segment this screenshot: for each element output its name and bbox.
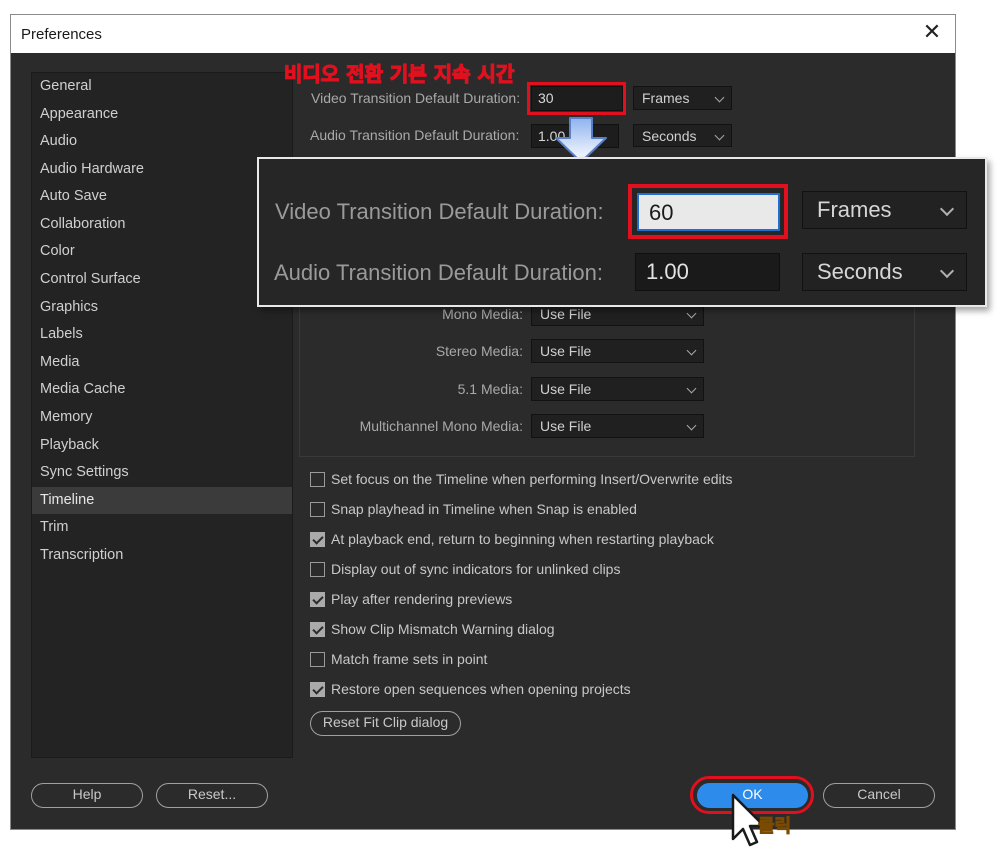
checkbox[interactable] [310, 502, 325, 517]
stereo-media-value: Use File [540, 343, 592, 359]
checkbox-label: Set focus on the Timeline when performin… [331, 471, 733, 487]
title-bar: Preferences ✕ [11, 15, 955, 53]
sidebar-item-control-surface[interactable]: Control Surface [32, 266, 292, 293]
dialog-title: Preferences [21, 26, 102, 43]
chevron-down-icon [939, 201, 955, 217]
video-transition-unit-value: Frames [642, 90, 690, 106]
audio-transition-label: Audio Transition Default Duration: [310, 127, 520, 143]
reset-fit-clip-button[interactable]: Reset Fit Clip dialog [310, 711, 461, 736]
multichannel-mono-media-value: Use File [540, 418, 592, 434]
zoom-audio-unit-dropdown[interactable]: Seconds [802, 253, 967, 291]
checkbox-checked[interactable] [310, 622, 325, 637]
chevron-down-icon [686, 420, 697, 431]
checkbox-label: Snap playhead in Timeline when Snap is e… [331, 501, 637, 517]
close-icon[interactable]: ✕ [919, 21, 945, 47]
checkbox-checked[interactable] [310, 532, 325, 547]
zoom-audio-transition-label: Audio Transition Default Duration: [274, 260, 603, 285]
preferences-sidebar: General Appearance Audio Audio Hardware … [31, 72, 293, 758]
multichannel-mono-media-label: Multichannel Mono Media: [359, 418, 523, 434]
zoomed-callout: Video Transition Default Duration: 60 Fr… [257, 157, 987, 307]
video-transition-label: Video Transition Default Duration: [311, 90, 521, 106]
checkbox-checked[interactable] [310, 682, 325, 697]
zoom-audio-unit-value: Seconds [817, 259, 903, 284]
sidebar-item-sync-settings[interactable]: Sync Settings [32, 459, 292, 486]
zoom-input-highlight [628, 184, 788, 239]
sidebar-item-memory[interactable]: Memory [32, 404, 292, 431]
chevron-down-icon [686, 383, 697, 394]
sidebar-item-trim[interactable]: Trim [32, 514, 292, 541]
five-one-media-dropdown[interactable]: Use File [531, 377, 704, 401]
video-input-highlight [527, 82, 626, 115]
five-one-media-value: Use File [540, 381, 592, 397]
sidebar-item-appearance[interactable]: Appearance [32, 101, 292, 128]
checkbox-label: At playback end, return to beginning whe… [331, 531, 714, 547]
video-transition-unit-dropdown[interactable]: Frames [633, 86, 732, 110]
sidebar-item-media-cache[interactable]: Media Cache [32, 376, 292, 403]
checkbox-label: Display out of sync indicators for unlin… [331, 561, 621, 577]
sidebar-item-general[interactable]: General [32, 73, 292, 100]
annotation-video-transition: 비디오 전환 기본 지속 시간 [283, 61, 515, 86]
chevron-down-icon [686, 308, 697, 319]
zoom-video-unit-value: Frames [817, 197, 892, 222]
checkbox[interactable] [310, 652, 325, 667]
checkbox-label: Match frame sets in point [331, 651, 488, 667]
checkbox-checked[interactable] [310, 592, 325, 607]
stereo-media-label: Stereo Media: [435, 343, 523, 359]
chevron-down-icon [686, 345, 697, 356]
annotation-click: 클릭 [757, 816, 792, 838]
sidebar-item-media[interactable]: Media [32, 349, 292, 376]
sidebar-item-transcription[interactable]: Transcription [32, 542, 292, 569]
cancel-button[interactable]: Cancel [823, 783, 935, 808]
checkbox[interactable] [310, 562, 325, 577]
checkbox-label: Show Clip Mismatch Warning dialog [331, 621, 555, 637]
sidebar-item-audio[interactable]: Audio [32, 128, 292, 155]
sidebar-item-color[interactable]: Color [32, 238, 292, 265]
zoom-video-transition-label: Video Transition Default Duration: [275, 199, 604, 224]
multichannel-mono-media-dropdown[interactable]: Use File [531, 414, 704, 438]
zoom-audio-duration-input[interactable]: 1.00 [635, 253, 780, 291]
sidebar-item-auto-save[interactable]: Auto Save [32, 183, 292, 210]
audio-transition-unit-dropdown[interactable]: Seconds [633, 124, 732, 147]
stereo-media-dropdown[interactable]: Use File [531, 339, 704, 363]
chevron-down-icon [714, 92, 725, 103]
chevron-down-icon [939, 263, 955, 279]
zoom-video-unit-dropdown[interactable]: Frames [802, 191, 967, 229]
mono-media-value: Use File [540, 306, 592, 322]
sidebar-item-collaboration[interactable]: Collaboration [32, 211, 292, 238]
checkbox-label: Restore open sequences when opening proj… [331, 681, 631, 697]
sidebar-item-audio-hardware[interactable]: Audio Hardware [32, 156, 292, 183]
reset-button[interactable]: Reset... [156, 783, 268, 808]
checkbox[interactable] [310, 472, 325, 487]
sidebar-item-timeline[interactable]: Timeline [32, 487, 292, 514]
checkbox-label: Play after rendering previews [331, 591, 513, 607]
help-button[interactable]: Help [31, 783, 143, 808]
chevron-down-icon [714, 130, 725, 141]
five-one-media-label: 5.1 Media: [457, 381, 523, 397]
sidebar-item-labels[interactable]: Labels [32, 321, 292, 348]
sidebar-item-playback[interactable]: Playback [32, 432, 292, 459]
sidebar-item-graphics[interactable]: Graphics [32, 294, 292, 321]
audio-transition-unit-value: Seconds [642, 128, 697, 144]
mono-media-label: Mono Media: [442, 306, 523, 322]
